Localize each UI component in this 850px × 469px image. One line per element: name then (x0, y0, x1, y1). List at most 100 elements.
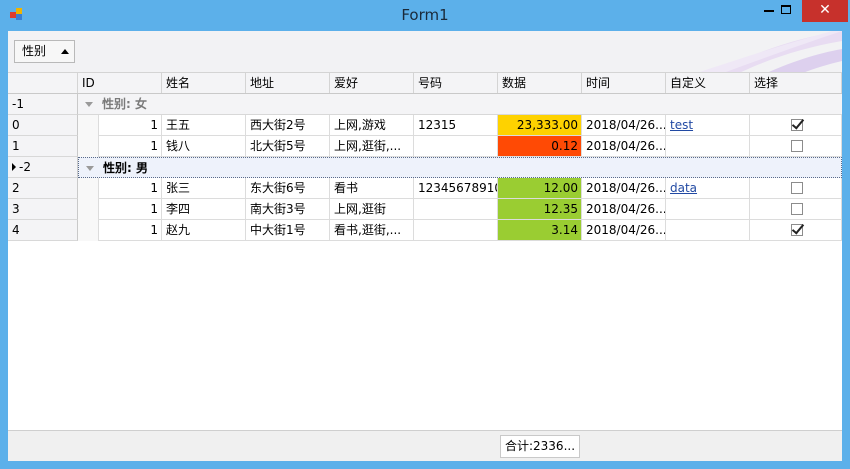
cell-id[interactable]: 1 (99, 178, 162, 199)
cell-name[interactable]: 张三 (162, 178, 246, 199)
row-indicator[interactable]: 0 (8, 115, 78, 136)
group-indent (78, 115, 99, 136)
select-checkbox[interactable] (791, 119, 803, 131)
cell-data[interactable]: 0.12 (498, 136, 582, 157)
cell-custom[interactable] (666, 136, 750, 157)
close-button[interactable]: ✕ (802, 0, 848, 22)
group-header[interactable]: 性别: 男 (78, 157, 842, 178)
select-checkbox[interactable] (791, 182, 803, 194)
cell-time[interactable]: 2018/04/26... (582, 178, 666, 199)
current-row-icon (12, 163, 16, 171)
cell-phone[interactable]: 12315 (414, 115, 498, 136)
column-header-name[interactable]: 姓名 (162, 73, 246, 93)
cell-select[interactable] (750, 220, 842, 241)
cell-address[interactable]: 北大街5号 (246, 136, 330, 157)
cell-id[interactable]: 1 (99, 199, 162, 220)
summary-total[interactable]: 合计:2336... (500, 435, 580, 458)
select-checkbox[interactable] (791, 140, 803, 152)
cell-address[interactable]: 西大街2号 (246, 115, 330, 136)
maximize-icon (781, 5, 791, 14)
cell-phone[interactable] (414, 220, 498, 241)
row-indicator[interactable]: 1 (8, 136, 78, 157)
cell-phone[interactable] (414, 136, 498, 157)
cell-custom[interactable] (666, 199, 750, 220)
group-by-chip-gender[interactable]: 性别 (14, 40, 75, 63)
title-bar: Form1 ✕ (0, 0, 850, 31)
form-client-area: 性别 ID 姓名 地址 爱好 号码 数据 时间 自定义 选择 -1 性别: 女 … (8, 31, 842, 461)
table-row[interactable]: 3 1 李四 南大街3号 上网,逛街 12.35 2018/04/26... (8, 199, 842, 220)
cell-phone[interactable] (414, 199, 498, 220)
cell-phone[interactable]: 12345678910 (414, 178, 498, 199)
cell-data[interactable]: 12.35 (498, 199, 582, 220)
cell-address[interactable]: 东大街6号 (246, 178, 330, 199)
row-indicator-text: -2 (19, 160, 31, 174)
column-header-select[interactable]: 选择 (750, 73, 842, 93)
column-header-hobby[interactable]: 爱好 (330, 73, 414, 93)
cell-select[interactable] (750, 199, 842, 220)
cell-data[interactable]: 3.14 (498, 220, 582, 241)
row-indicator[interactable]: 4 (8, 220, 78, 241)
grid-header: ID 姓名 地址 爱好 号码 数据 时间 自定义 选择 (8, 73, 842, 94)
column-header-time[interactable]: 时间 (582, 73, 666, 93)
column-header-data[interactable]: 数据 (498, 73, 582, 93)
cell-hobby[interactable]: 看书,逛街,... (330, 220, 414, 241)
group-header[interactable]: 性别: 女 (78, 94, 842, 115)
group-by-panel: 性别 (8, 31, 842, 72)
column-header-custom[interactable]: 自定义 (666, 73, 750, 93)
group-row[interactable]: -1 性别: 女 (8, 94, 842, 115)
cell-time[interactable]: 2018/04/26... (582, 220, 666, 241)
group-indent (78, 136, 99, 157)
column-header-id[interactable]: ID (78, 73, 162, 93)
custom-link[interactable]: data (670, 181, 697, 195)
cell-hobby[interactable]: 上网,逛街,... (330, 136, 414, 157)
cell-select[interactable] (750, 178, 842, 199)
cell-custom[interactable] (666, 220, 750, 241)
cell-time[interactable]: 2018/04/26... (582, 199, 666, 220)
sort-ascending-icon (61, 49, 69, 54)
cell-hobby[interactable]: 上网,逛街 (330, 199, 414, 220)
row-indicator-header (8, 73, 78, 93)
cell-custom[interactable]: data (666, 178, 750, 199)
cell-name[interactable]: 王五 (162, 115, 246, 136)
chevron-down-icon[interactable] (85, 102, 93, 107)
select-checkbox[interactable] (791, 203, 803, 215)
window-title: Form1 (401, 6, 449, 24)
cell-id[interactable]: 1 (99, 115, 162, 136)
chevron-down-icon[interactable] (86, 166, 94, 171)
group-indent (78, 178, 99, 199)
cell-hobby[interactable]: 看书 (330, 178, 414, 199)
column-header-address[interactable]: 地址 (246, 73, 330, 93)
table-row[interactable]: 0 1 王五 西大街2号 上网,游戏 12315 23,333.00 2018/… (8, 115, 842, 136)
cell-select[interactable] (750, 136, 842, 157)
table-row[interactable]: 2 1 张三 东大街6号 看书 12345678910 12.00 2018/0… (8, 178, 842, 199)
cell-hobby[interactable]: 上网,游戏 (330, 115, 414, 136)
cell-name[interactable]: 钱八 (162, 136, 246, 157)
grid-footer: 合计:2336... (8, 430, 842, 461)
custom-link[interactable]: test (670, 118, 693, 132)
row-indicator[interactable]: 3 (8, 199, 78, 220)
table-row[interactable]: 4 1 赵九 中大街1号 看书,逛街,... 3.14 2018/04/26..… (8, 220, 842, 241)
cell-id[interactable]: 1 (99, 220, 162, 241)
cell-name[interactable]: 赵九 (162, 220, 246, 241)
maximize-button[interactable] (773, 0, 799, 22)
cell-id[interactable]: 1 (99, 136, 162, 157)
group-label: 性别: 女 (102, 97, 147, 111)
table-row[interactable]: 1 1 钱八 北大街5号 上网,逛街,... 0.12 2018/04/26..… (8, 136, 842, 157)
group-row[interactable]: -2 性别: 男 (8, 157, 842, 178)
cell-address[interactable]: 中大街1号 (246, 220, 330, 241)
cell-address[interactable]: 南大街3号 (246, 199, 330, 220)
row-indicator[interactable]: 2 (8, 178, 78, 199)
cell-data[interactable]: 23,333.00 (498, 115, 582, 136)
column-header-phone[interactable]: 号码 (414, 73, 498, 93)
cell-time[interactable]: 2018/04/26... (582, 136, 666, 157)
cell-name[interactable]: 李四 (162, 199, 246, 220)
cell-select[interactable] (750, 115, 842, 136)
cell-time[interactable]: 2018/04/26... (582, 115, 666, 136)
data-grid[interactable]: ID 姓名 地址 爱好 号码 数据 时间 自定义 选择 -1 性别: 女 0 1… (8, 72, 842, 430)
select-checkbox[interactable] (791, 224, 803, 236)
cell-custom[interactable]: test (666, 115, 750, 136)
group-label: 性别: 男 (103, 161, 148, 175)
row-indicator[interactable]: -2 (8, 157, 78, 178)
row-indicator[interactable]: -1 (8, 94, 78, 115)
cell-data[interactable]: 12.00 (498, 178, 582, 199)
